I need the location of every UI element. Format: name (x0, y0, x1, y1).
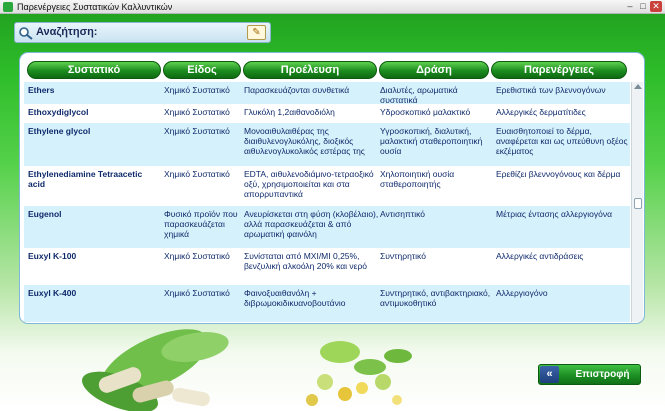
action-cell: Αντισηπτικό (380, 209, 425, 219)
origin-cell: Συνίσταται από ΜΧΙ/ΜΙ 0,25%, βενζυλική α… (244, 251, 368, 271)
action-cell: Χηλοποιητική ουσία σταθεροποιητής (380, 169, 455, 189)
side-effects-cell: Αλλεργιογόνο (496, 288, 548, 298)
close-button[interactable]: ✕ (650, 1, 662, 12)
window-title: Παρενέργειες Συστατικών Καλλυντικών (17, 2, 173, 12)
app-icon (3, 2, 13, 12)
table-row[interactable]: Ethers Χημικό Συστατικό Παρασκευάζονται … (24, 82, 630, 105)
action-cell: Διαλυτές, αρωματικά συστατικά (380, 85, 458, 105)
table-row[interactable]: Eugenol Φυσικό προϊόν που παρασκευάζεται… (24, 206, 630, 248)
ingredient-cell: Euxyl K-100 (28, 251, 77, 261)
scrollbar-thumb[interactable] (634, 198, 642, 209)
type-cell: Χημικό Συστατικό (164, 251, 230, 261)
origin-cell: Παρασκευάζονται συνθετικά (244, 85, 350, 95)
origin-cell: Μονοαιθυλαιθέρας της διαιθυλενογλυκόλης,… (244, 126, 365, 156)
side-effects-cell: Ερεθίζει βλεννογόνους και δέρμα (496, 169, 621, 179)
side-effects-cell: Μέτριας έντασης αλλεργιογόνα (496, 209, 612, 219)
origin-cell: Φαινοξυαιθανόλη + διβρωμοκιδικυανοβουτάν… (244, 288, 346, 308)
type-cell: Φυσικό προϊόν που παρασκευάζεται χημικά (164, 209, 238, 239)
ingredient-cell: Ethoxydiglycol (28, 107, 89, 117)
action-cell: Συντηρητικό (380, 251, 426, 261)
origin-cell: Ανευρίσκεται στη φύση (κλοβέλαιο), αλλά … (244, 209, 379, 239)
ingredient-cell: Ethers (28, 85, 55, 95)
side-effects-cell: Ευαισθητοποιεί το δέρμα, αναφέρεται και … (496, 126, 628, 156)
table-row[interactable]: Ethylene glycol Χημικό Συστατικό Μονοαιθ… (24, 123, 630, 166)
window-titlebar: Παρενέργειες Συστατικών Καλλυντικών – □ … (0, 0, 665, 14)
ingredient-cell: Euxyl K-400 (28, 288, 77, 298)
table-row[interactable]: Euxyl K-400 Χημικό Συστατικό Φαινοξυαιθα… (24, 285, 630, 322)
maximize-button[interactable]: □ (637, 1, 649, 12)
side-effects-cell: Ερεθιστικά των βλεννογόνων (496, 85, 606, 95)
action-cell: Συντηρητικό, αντιβακτηριακό, αντιμυκοθητ… (380, 288, 491, 308)
table-row[interactable]: Euxyl K-100 Χημικό Συστατικό Συνίσταται … (24, 248, 630, 285)
ingredient-cell: Ethylenediamine Tetraacetic acid (28, 169, 143, 189)
column-header-action[interactable]: Δράση (379, 61, 489, 79)
back-button[interactable]: « Επιστροφή (538, 364, 641, 385)
back-chevron-icon: « (540, 366, 559, 383)
minimize-button[interactable]: – (624, 1, 636, 12)
type-cell: Χημικό Συστατικό (164, 169, 230, 179)
scroll-up-arrow-icon[interactable] (634, 84, 642, 89)
ingredients-table-panel: Συστατικό Είδος Προέλευση Δράση Παρενέργ… (19, 52, 645, 324)
action-cell: Υδροσκοπικό μαλακτικό (380, 107, 471, 117)
type-cell: Χημικό Συστατικό (164, 85, 230, 95)
search-icon (19, 27, 33, 40)
column-header-origin[interactable]: Προέλευση (243, 61, 377, 79)
type-cell: Χημικό Συστατικό (164, 288, 230, 298)
column-header-side-effects[interactable]: Παρενέργειες (491, 61, 627, 79)
side-effects-cell: Αλλεργικές αντιδράσεις (496, 251, 584, 261)
vertical-scrollbar[interactable] (631, 82, 643, 322)
table-row[interactable]: Ethoxydiglycol Χημικό Συστατικό Γλυκόλη … (24, 104, 630, 123)
column-header-ingredient[interactable]: Συστατικό (27, 61, 161, 79)
action-cell: Υγροσκοπική, διαλυτική, μαλακτική σταθερ… (380, 126, 483, 156)
ingredient-cell: Ethylene glycol (28, 126, 91, 136)
column-header-type[interactable]: Είδος (163, 61, 241, 79)
table-body: Ethers Χημικό Συστατικό Παρασκευάζονται … (24, 82, 630, 322)
search-bar[interactable]: Αναζήτηση: ✎ (14, 22, 271, 43)
origin-cell: EDTA, αιθυλενοδιάμινο-τετραοξικό οξύ, χρ… (244, 169, 374, 199)
search-go-button[interactable]: ✎ (247, 25, 266, 40)
ingredient-cell: Eugenol (28, 209, 62, 219)
table-row[interactable]: Ethylenediamine Tetraacetic acid Χημικό … (24, 166, 630, 206)
type-cell: Χημικό Συστατικό (164, 107, 230, 117)
origin-cell: Γλυκόλη 1,2αιθανοδιόλη (244, 107, 335, 117)
side-effects-cell: Αλλεργικές δερματίτιδες (496, 107, 586, 117)
type-cell: Χημικό Συστατικό (164, 126, 230, 136)
back-button-label: Επιστροφή (575, 369, 630, 380)
search-label: Αναζήτηση: (36, 26, 98, 38)
